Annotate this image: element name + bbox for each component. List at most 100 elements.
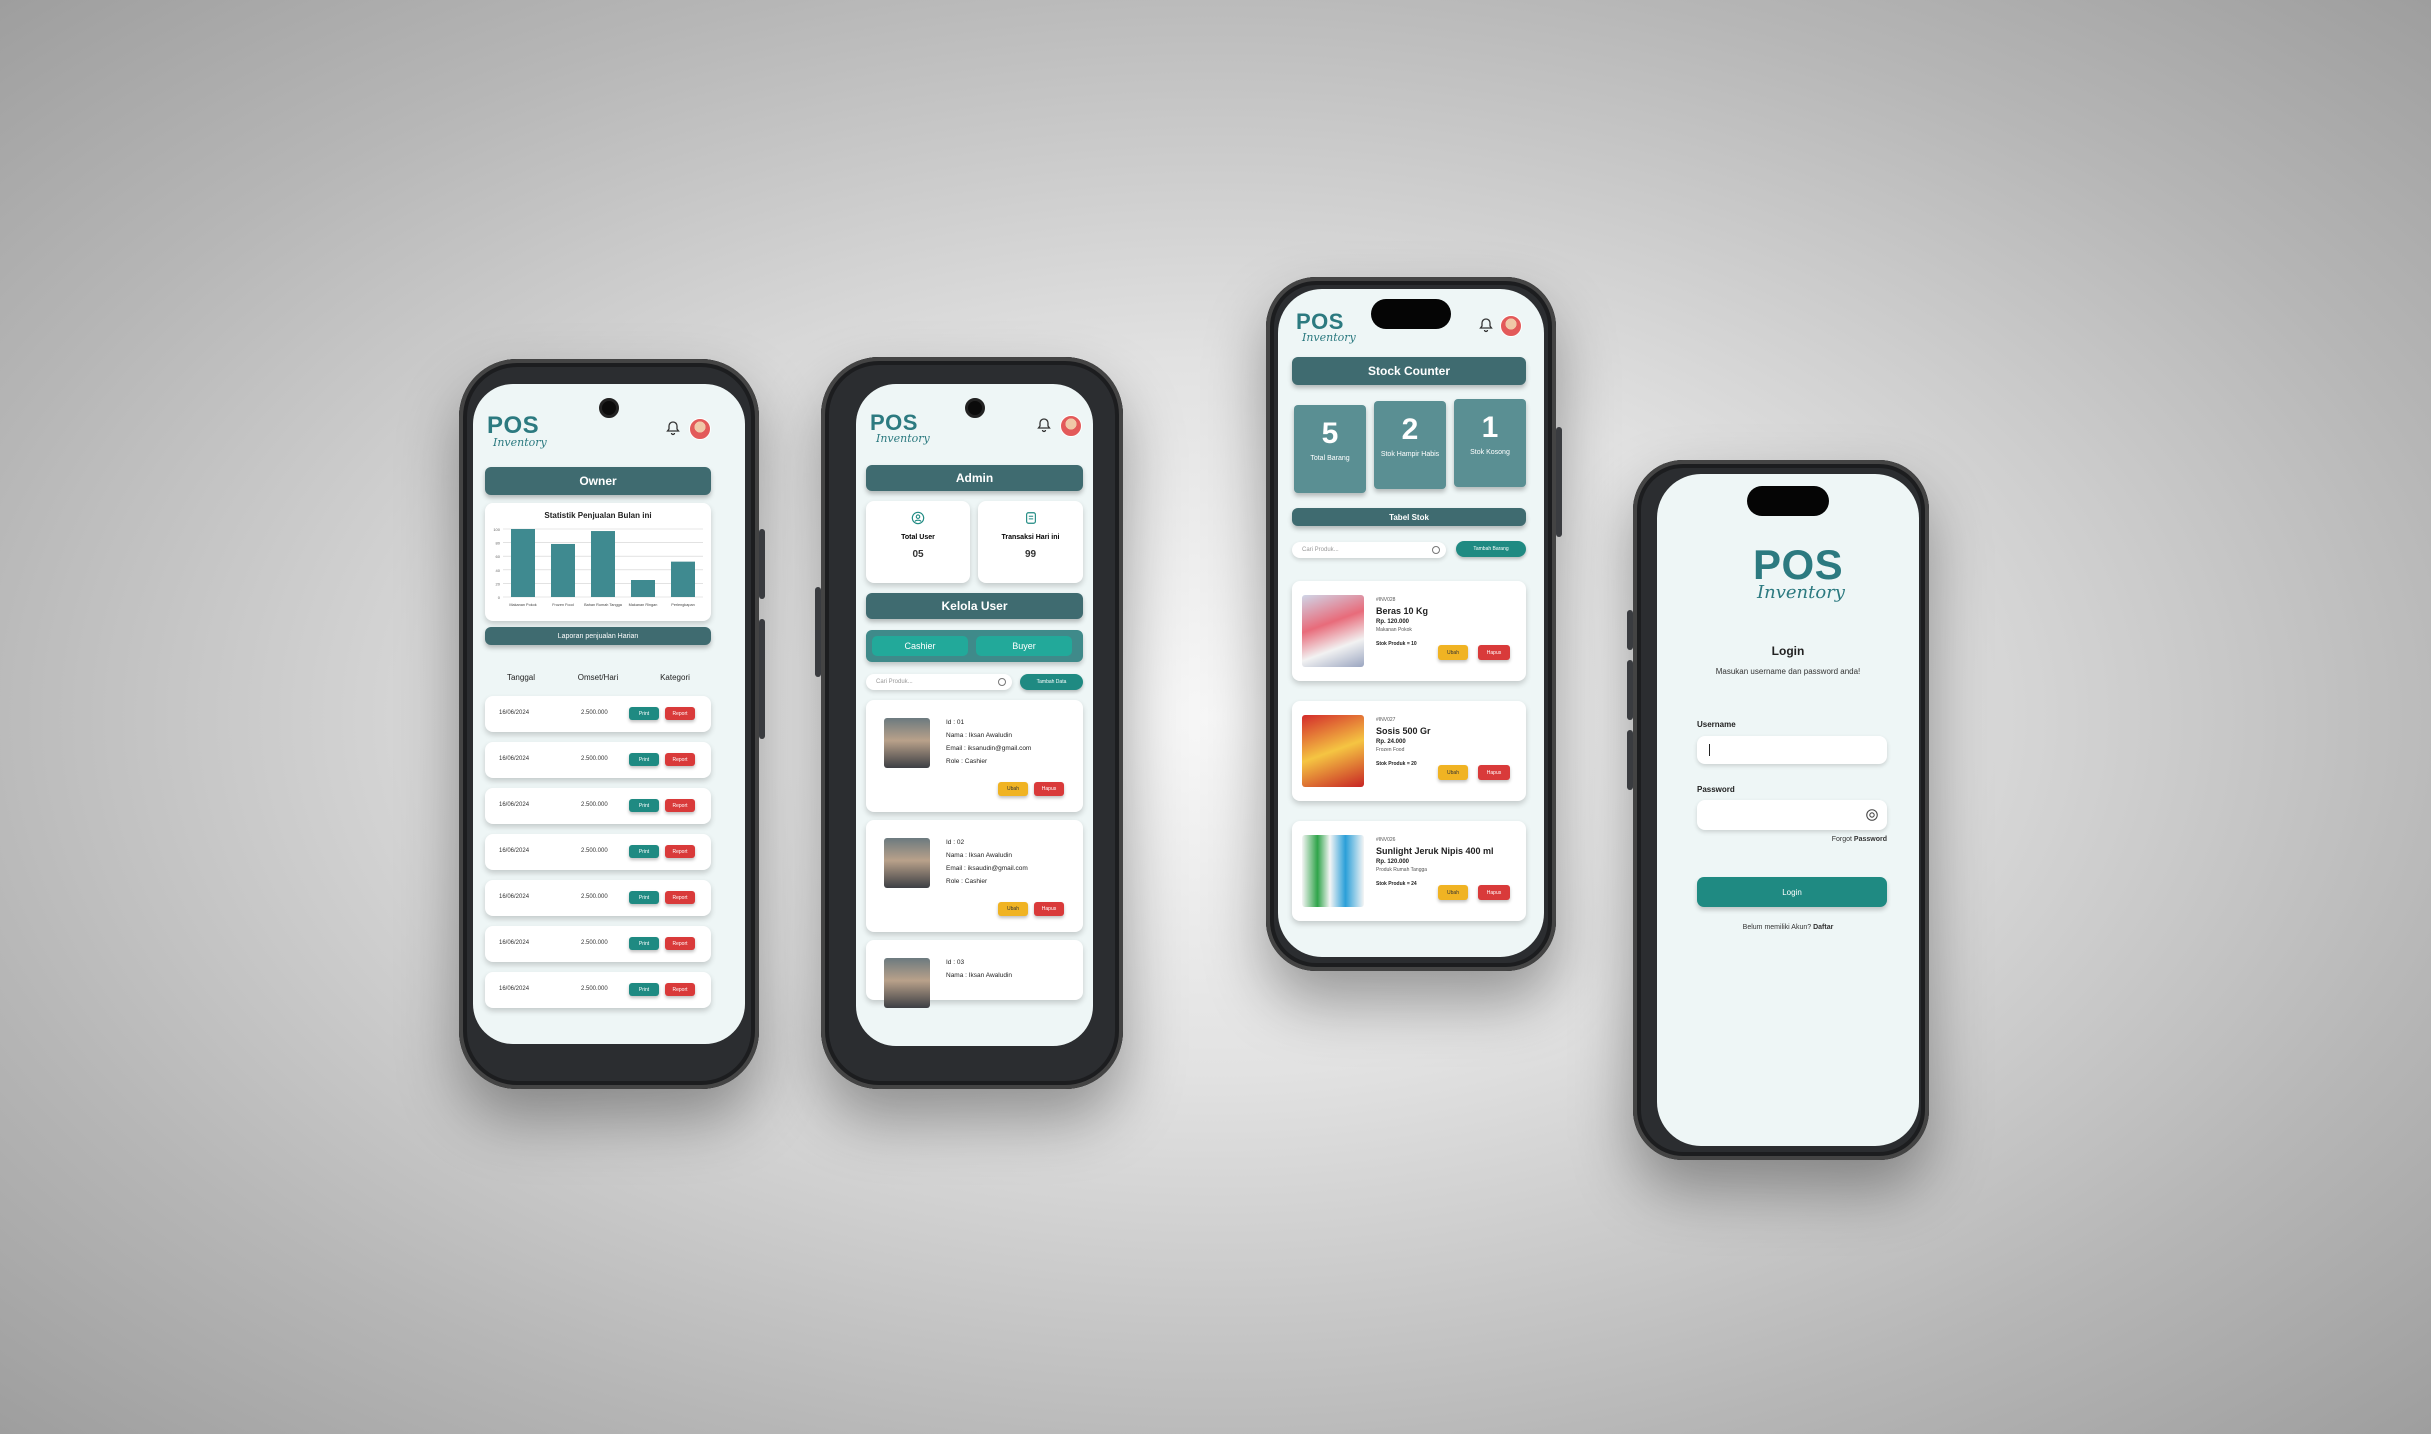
brand-logo: POS Inventory (487, 412, 547, 450)
chart-card: Statistik Penjualan Bulan ini 100 80 60 40 2… (485, 503, 711, 621)
col-tanggal: Tanggal (506, 673, 536, 682)
delete-button[interactable]: Hapus (1034, 782, 1064, 796)
row-date: 16/06/2024 (499, 894, 530, 900)
chart-bar (511, 529, 535, 597)
sales-bar-chart: 100 80 60 40 20 0 Makanan Pokok Frozen Food Baha… (493, 527, 703, 607)
signup-link[interactable]: Daftar (1813, 924, 1833, 931)
login-screen: POS Inventory Login Masukan username dan… (1657, 474, 1919, 1146)
edit-button[interactable]: Ubah (1438, 645, 1468, 660)
tab-cashier[interactable]: Cashier (872, 636, 968, 656)
table-row: 16/06/2024 2.500.000 Print Report (485, 834, 711, 870)
login-button[interactable]: Login (1697, 877, 1887, 907)
y-tick-label: 20 (496, 581, 501, 586)
page-title: Admin (866, 465, 1083, 491)
row-date: 16/06/2024 (499, 986, 530, 992)
chart-bar (591, 531, 615, 597)
username-input[interactable] (1697, 736, 1887, 764)
product-code: #INV028 (1376, 597, 1396, 603)
print-button[interactable]: Print (629, 891, 659, 904)
bell-icon[interactable] (1478, 317, 1494, 333)
user-type-tabs: Cashier Buyer (866, 630, 1083, 662)
login-title: Login (1771, 644, 1805, 658)
user-card: Id : 01 Nama : Iksan Awaludin Email : iksa… (866, 700, 1083, 812)
report-button[interactable]: Report (665, 983, 695, 996)
user-email: Email : iksanudin@gmail.com (946, 745, 1032, 752)
forgot-password[interactable]: Forgot Password (1697, 836, 1887, 843)
product-name: Beras 10 Kg (1376, 606, 1429, 616)
delete-button[interactable]: Hapus (1478, 885, 1510, 900)
col-kategori: Kategori (660, 673, 690, 682)
product-info: #INV026 Sunlight Jeruk Nipis 400 ml Rp. 12… (1376, 837, 1494, 887)
signup-prompt: Belum memiliki Akun? Daftar (1657, 924, 1919, 931)
report-button[interactable]: Report (665, 891, 695, 904)
report-button[interactable]: Report (665, 707, 695, 720)
edit-button[interactable]: Ubah (998, 782, 1028, 796)
brand-logo: POS Inventory (1753, 541, 1845, 604)
chart-bar (551, 543, 575, 597)
product-image (1302, 595, 1364, 667)
brand-logo: POS Inventory (870, 410, 930, 446)
y-tick-label: 40 (496, 568, 501, 573)
product-stock: Stok Produk = 24 (1376, 881, 1417, 887)
product-card: #INV028 Beras 10 Kg Rp. 120.000 Makanan Pok… (1292, 581, 1526, 681)
product-info: #INV028 Beras 10 Kg Rp. 120.000 Makanan Pok… (1376, 597, 1428, 647)
user-role: Role : Cashier (946, 878, 988, 885)
print-button[interactable]: Print (629, 845, 659, 858)
bell-icon[interactable] (1036, 417, 1052, 433)
avatar[interactable] (1060, 415, 1082, 437)
report-title: Laporan penjualan Harian (485, 627, 711, 645)
search-input[interactable]: Cari Produk... (866, 674, 1012, 690)
y-tick-label: 60 (496, 554, 501, 559)
x-tick-label: Frozen Food (552, 603, 574, 607)
product-name: Sunlight Jeruk Nipis 400 ml (1376, 846, 1494, 856)
bell-icon[interactable] (665, 420, 681, 436)
print-button[interactable]: Print (629, 707, 659, 720)
y-tick-label: 100 (493, 527, 500, 532)
print-button[interactable]: Print (629, 983, 659, 996)
table-row: 16/06/2024 2.500.000 Print Report (485, 972, 711, 1008)
owner-screen: POS Inventory Owner Statistik Penjualan … (473, 384, 745, 1044)
password-input[interactable] (1697, 800, 1887, 830)
x-tick-label: Bahan Rumah Tangga (584, 603, 623, 607)
password-label: Password (1697, 785, 1735, 794)
user-role: Role : Cashier (946, 758, 988, 765)
eye-icon[interactable] (1865, 808, 1879, 822)
search-input[interactable]: Cari Produk... (1292, 542, 1446, 558)
transaction-card: Transaksi Hari ini 99 (978, 501, 1083, 583)
report-button[interactable]: Report (665, 799, 695, 812)
x-tick-label: Makanan Ringan (629, 603, 658, 607)
delete-button[interactable]: Hapus (1478, 645, 1510, 660)
chart-bar (631, 580, 655, 597)
forgot-link[interactable]: Password (1854, 836, 1887, 843)
report-button[interactable]: Report (665, 937, 695, 950)
print-button[interactable]: Print (629, 799, 659, 812)
delete-button[interactable]: Hapus (1034, 902, 1064, 916)
row-date: 16/06/2024 (499, 710, 530, 716)
product-price: Rp. 24.000 (1376, 739, 1406, 745)
avatar[interactable] (689, 418, 711, 440)
edit-button[interactable]: Ubah (998, 902, 1028, 916)
tab-buyer[interactable]: Buyer (976, 636, 1072, 656)
login-subtitle: Masukan username dan password anda! (1715, 667, 1861, 676)
report-button[interactable]: Report (665, 753, 695, 766)
user-card: Id : 02 Nama : Iksan Awaludin Email : iksa… (866, 820, 1083, 932)
add-data-button[interactable]: Tambah Data (1020, 674, 1083, 690)
brand-logo: POS Inventory (1296, 309, 1356, 345)
print-button[interactable]: Print (629, 937, 659, 950)
edit-button[interactable]: Ubah (1438, 885, 1468, 900)
avatar[interactable] (1500, 315, 1522, 337)
delete-button[interactable]: Hapus (1478, 765, 1510, 780)
report-button[interactable]: Report (665, 845, 695, 858)
y-tick-label: 80 (496, 541, 501, 546)
table-row: 16/06/2024 2.500.000 Print Report (485, 696, 711, 732)
user-id: Id : 01 (946, 719, 965, 726)
search-placeholder: Cari Produk... (876, 679, 913, 685)
table-row: 16/06/2024 2.500.000 Print Report (485, 926, 711, 962)
product-image (1302, 715, 1364, 787)
add-item-button[interactable]: Tambah Barang (1456, 541, 1526, 557)
edit-button[interactable]: Ubah (1438, 765, 1468, 780)
product-info: #INV027 Sosis 500 Gr Rp. 24.000 Frozen Food… (1376, 717, 1431, 767)
print-button[interactable]: Print (629, 753, 659, 766)
row-amount: 2.500.000 (581, 756, 608, 762)
product-image (1302, 835, 1364, 907)
